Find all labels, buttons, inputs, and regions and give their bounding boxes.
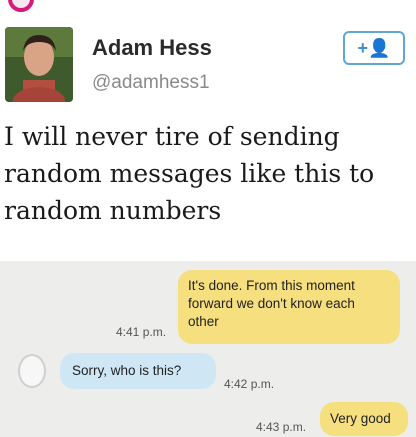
- follow-button[interactable]: +👤: [343, 31, 405, 65]
- author-name[interactable]: Adam Hess: [92, 35, 212, 61]
- tweet-text-line: random numbers: [4, 196, 222, 225]
- tweet-text: I will never tire of sending random mess…: [4, 118, 409, 229]
- person-photo-icon: [5, 27, 73, 102]
- tweet-text-line: I will never tire of sending: [4, 122, 340, 151]
- message-text-line: forward we don't know each: [188, 296, 355, 311]
- message-time: 4:42 p.m.: [224, 377, 275, 391]
- app-logo-icon: [8, 0, 34, 12]
- message-text-line: Very good: [330, 411, 391, 426]
- author-avatar[interactable]: [5, 27, 73, 102]
- message-text-line: other: [188, 314, 219, 329]
- message-text-line: It's done. From this moment: [188, 278, 355, 293]
- message-thread: It's done. From this moment forward we d…: [0, 261, 416, 437]
- message-time: 4:43 p.m.: [256, 420, 307, 434]
- message-time: 4:41 p.m.: [116, 325, 167, 339]
- contact-avatar-icon: [18, 354, 46, 388]
- outgoing-message-bubble[interactable]: It's done. From this moment forward we d…: [178, 270, 400, 344]
- add-user-icon: +👤: [357, 37, 391, 58]
- tweet-text-line: random messages like this to: [4, 159, 375, 188]
- message-text-line: Sorry, who is this?: [72, 363, 182, 378]
- outgoing-message-bubble[interactable]: Very good: [320, 402, 408, 436]
- incoming-message-bubble[interactable]: Sorry, who is this?: [60, 353, 216, 389]
- author-handle[interactable]: @adamhess1: [92, 72, 210, 94]
